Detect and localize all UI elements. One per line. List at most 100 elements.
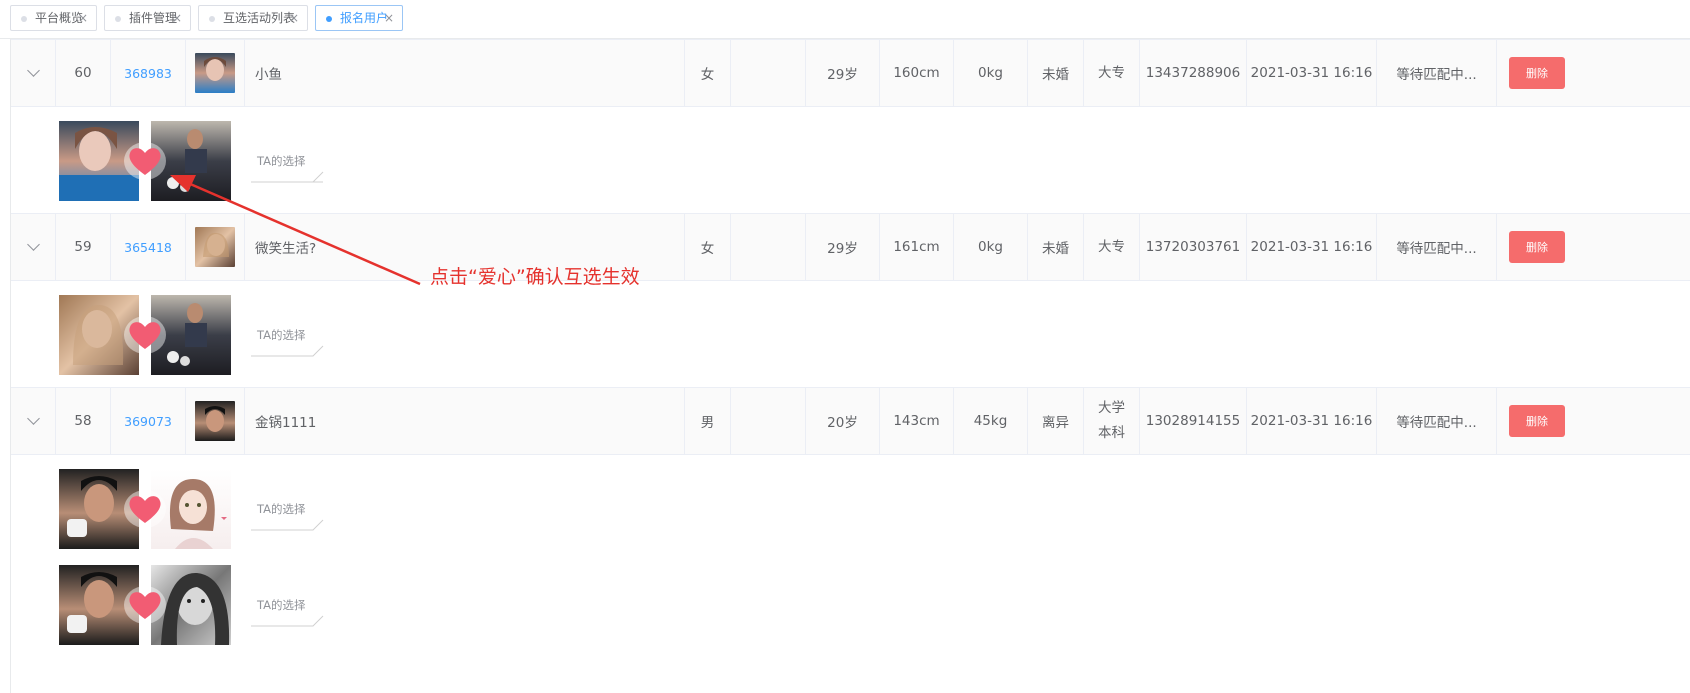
phone: 13720303761: [1140, 214, 1247, 280]
choice-pair: TA的选择: [59, 469, 359, 549]
avatar[interactable]: [195, 227, 235, 267]
expand-panel: TA的选择: [11, 107, 1690, 213]
expand-toggle[interactable]: [11, 388, 56, 454]
tab-label: 互选活动列表: [223, 11, 296, 25]
marital-status: 离异: [1028, 388, 1084, 454]
delete-button[interactable]: 删除: [1509, 405, 1565, 437]
registered-users-table: 60 368983 小鱼 女 29岁 160cm 0kg 未婚 大专 13437…: [10, 39, 1690, 693]
actions-cell: 删除: [1497, 214, 1690, 280]
education-line: 大专: [1098, 64, 1125, 81]
avatar[interactable]: [195, 53, 235, 93]
tab-label: 插件管理: [129, 11, 178, 25]
nickname: 小鱼: [245, 40, 685, 106]
register-time: 2021-03-31 16:16: [1247, 388, 1377, 454]
choice-pair: TA的选择: [59, 121, 359, 201]
gender: 女: [685, 214, 731, 280]
actions-cell: 删除: [1497, 388, 1690, 454]
ta-choice-label: TA的选择: [257, 328, 306, 342]
ta-choice-label: TA的选择: [257, 598, 306, 612]
expand-panel: TA的选择 TA的选择: [11, 455, 1690, 693]
age: 20岁: [806, 388, 880, 454]
tags-view-bar: 平台概览 × 插件管理 × 互选活动列表 × 报名用户 ×: [0, 0, 1690, 39]
expand-panel: TA的选择: [11, 281, 1690, 387]
weight: 45kg: [954, 388, 1028, 454]
delete-button[interactable]: 删除: [1509, 57, 1565, 89]
choice-pair: TA的选择: [59, 565, 359, 645]
ta-choice-underline: [251, 519, 324, 531]
phone: 13437288906: [1140, 40, 1247, 106]
match-status: 等待匹配中...: [1377, 40, 1497, 106]
avatar[interactable]: [195, 401, 235, 441]
tab-activity-list[interactable]: 互选活动列表 ×: [198, 5, 308, 31]
heart-icon[interactable]: [123, 141, 167, 181]
delete-button[interactable]: 删除: [1509, 231, 1565, 263]
table-row: 59 365418 微笑生活? 女 29岁 161cm 0kg 未婚 大专 13…: [11, 213, 1690, 281]
ta-choice-underline: [251, 615, 324, 627]
tab-registered-users[interactable]: 报名用户 ×: [315, 5, 403, 31]
expand-toggle[interactable]: [11, 214, 56, 280]
uid-cell: 369073: [111, 388, 186, 454]
uid-link[interactable]: 368983: [124, 66, 172, 81]
education-line: 大专: [1098, 238, 1125, 255]
education-line: 大学: [1098, 400, 1125, 416]
tab-dot-icon: [209, 16, 215, 22]
row-index: 58: [56, 388, 111, 454]
marital-status: 未婚: [1028, 40, 1084, 106]
extra-cell: [731, 388, 806, 454]
tab-dot-icon: [21, 16, 27, 22]
ta-choice-label: TA的选择: [257, 154, 306, 168]
education: 大专: [1084, 214, 1140, 280]
tab-dot-icon: [326, 16, 332, 22]
chevron-down-icon: [26, 238, 40, 251]
uid-cell: 368983: [111, 40, 186, 106]
gender: 女: [685, 40, 731, 106]
heart-icon[interactable]: [123, 489, 167, 529]
close-icon[interactable]: ×: [289, 6, 299, 30]
avatar-cell: [186, 388, 245, 454]
match-status: 等待匹配中...: [1377, 388, 1497, 454]
age: 29岁: [806, 40, 880, 106]
table-row: 58 369073 金锅1111 男 20岁 143cm 45kg 离异 大学 …: [11, 387, 1690, 455]
choice-pair: TA的选择: [59, 295, 359, 375]
nickname: 金锅1111: [245, 388, 685, 454]
uid-cell: 365418: [111, 214, 186, 280]
marital-status: 未婚: [1028, 214, 1084, 280]
ta-choice-label: TA的选择: [257, 502, 306, 516]
tab-label: 报名用户: [340, 11, 389, 25]
ta-choice-underline: [251, 345, 324, 357]
extra-cell: [731, 40, 806, 106]
row-index: 59: [56, 214, 111, 280]
age: 29岁: [806, 214, 880, 280]
phone: 13028914155: [1140, 388, 1247, 454]
row-index: 60: [56, 40, 111, 106]
annotation-text: 点击“爱心”确认互选生效: [430, 266, 640, 288]
register-time: 2021-03-31 16:16: [1247, 40, 1377, 106]
register-time: 2021-03-31 16:16: [1247, 214, 1377, 280]
weight: 0kg: [954, 40, 1028, 106]
gender: 男: [685, 388, 731, 454]
uid-link[interactable]: 365418: [124, 240, 172, 255]
chevron-down-icon: [26, 64, 40, 77]
match-status: 等待匹配中...: [1377, 214, 1497, 280]
tab-label: 平台概览: [35, 11, 84, 25]
height: 160cm: [880, 40, 954, 106]
close-icon[interactable]: ×: [172, 6, 182, 30]
tab-platform-overview[interactable]: 平台概览 ×: [10, 5, 97, 31]
actions-cell: 删除: [1497, 40, 1690, 106]
close-icon[interactable]: ×: [78, 6, 88, 30]
expand-toggle[interactable]: [11, 40, 56, 106]
heart-icon[interactable]: [123, 315, 167, 355]
height: 161cm: [880, 214, 954, 280]
chevron-down-icon: [26, 412, 40, 425]
close-icon[interactable]: ×: [384, 6, 394, 30]
tab-plugin-management[interactable]: 插件管理 ×: [104, 5, 191, 31]
heart-icon[interactable]: [123, 585, 167, 625]
education: 大学 本科: [1084, 388, 1140, 454]
tab-dot-icon: [115, 16, 121, 22]
education: 大专: [1084, 40, 1140, 106]
avatar-cell: [186, 40, 245, 106]
height: 143cm: [880, 388, 954, 454]
uid-link[interactable]: 369073: [124, 414, 172, 429]
avatar-cell: [186, 214, 245, 280]
ta-choice-underline: [251, 171, 324, 183]
